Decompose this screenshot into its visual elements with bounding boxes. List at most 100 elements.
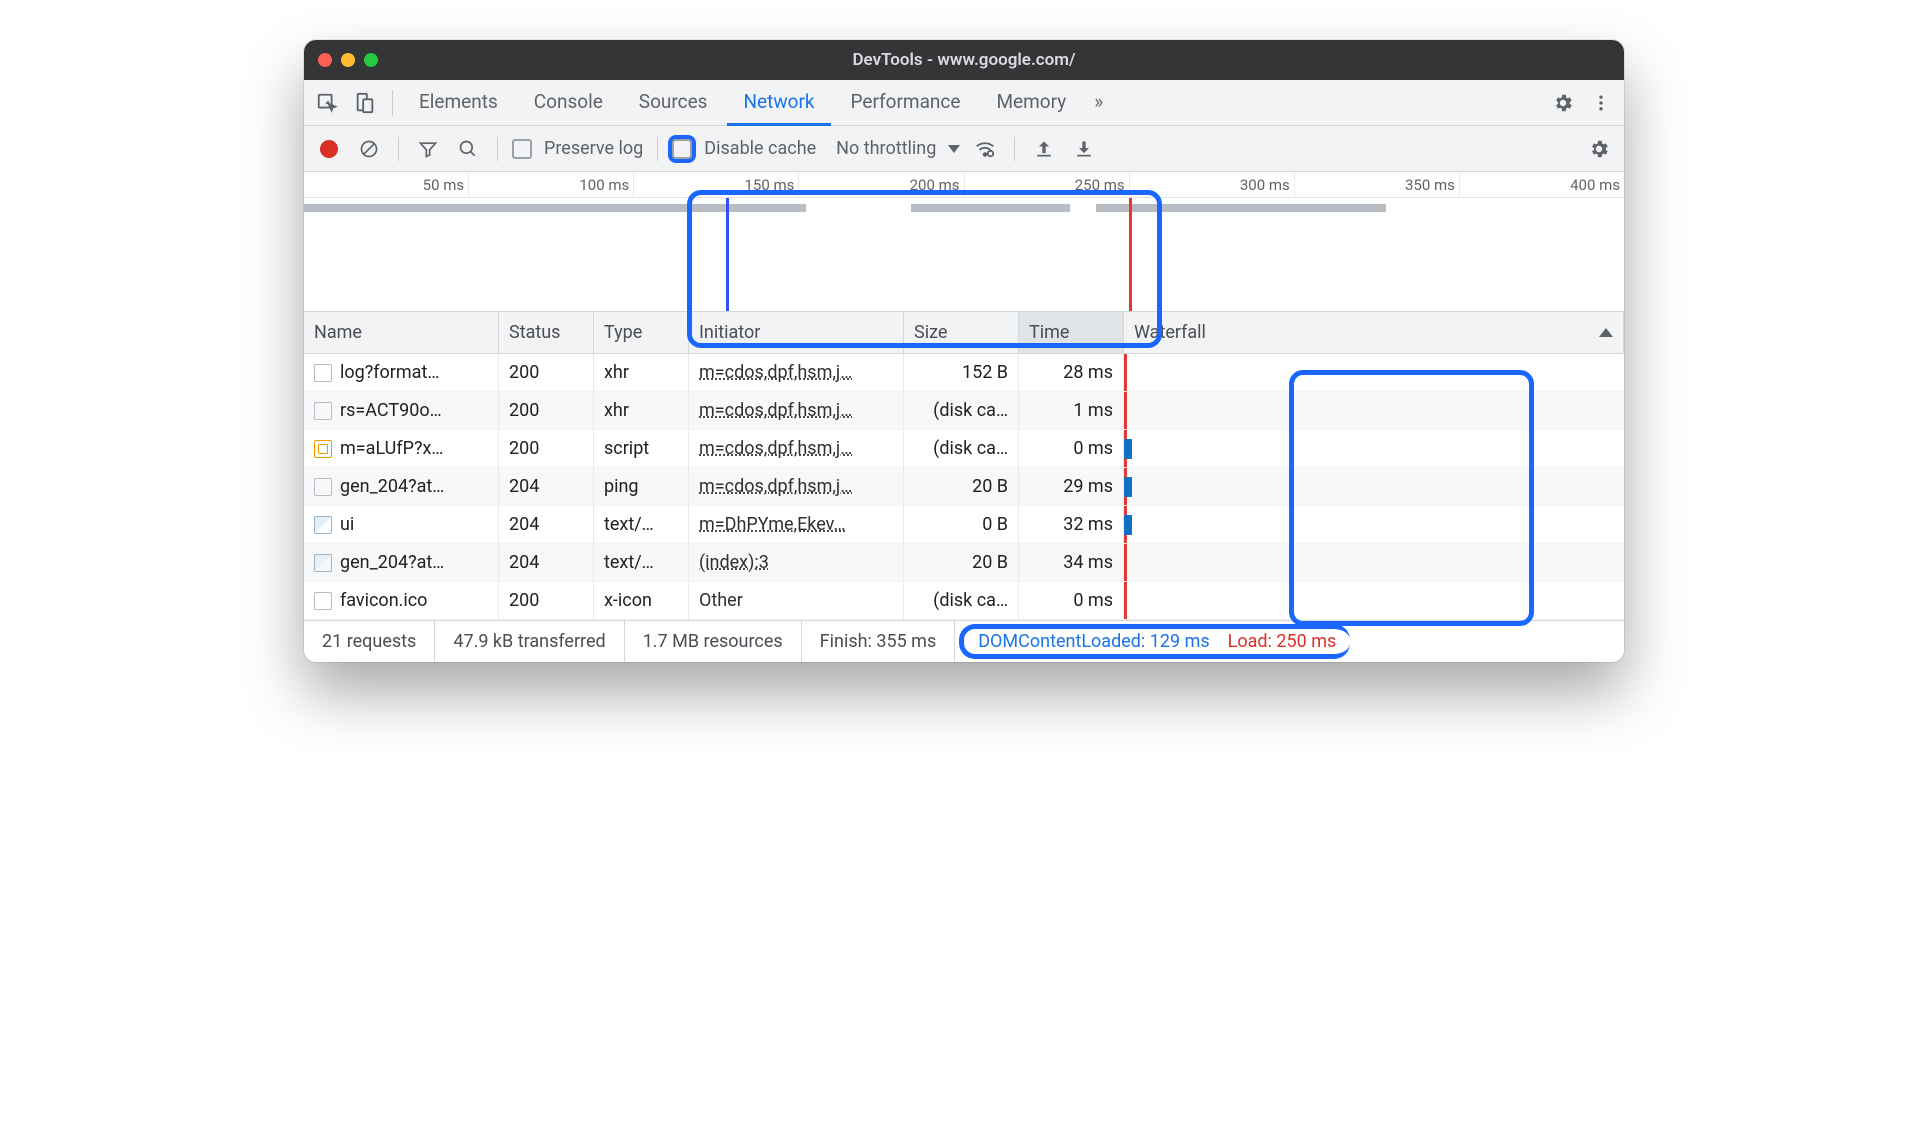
cell-initiator[interactable]: Other <box>689 582 904 620</box>
cell-size: 152 B <box>904 354 1019 392</box>
cell-type: x-icon <box>594 582 689 620</box>
col-type[interactable]: Type <box>594 312 689 354</box>
table-row[interactable]: m=aLUfP?x…200scriptm=cdos,dpf,hsm,j…(dis… <box>304 430 1624 468</box>
file-type-icon <box>314 516 332 534</box>
col-initiator[interactable]: Initiator <box>689 312 904 354</box>
cell-name[interactable]: rs=ACT90o… <box>304 392 499 430</box>
download-har-icon[interactable] <box>1069 134 1099 164</box>
file-type-icon <box>314 402 332 420</box>
cell-name[interactable]: m=aLUfP?x… <box>304 430 499 468</box>
disable-cache-checkbox[interactable]: Disable cache <box>672 138 816 159</box>
cell-time: 29 ms <box>1019 468 1124 506</box>
cell-waterfall <box>1124 544 1624 582</box>
cell-initiator[interactable]: m=cdos,dpf,hsm,j… <box>689 354 904 392</box>
cell-name[interactable]: log?format… <box>304 354 499 392</box>
kebab-menu-icon[interactable] <box>1584 86 1618 120</box>
filter-icon[interactable] <box>413 134 443 164</box>
cell-waterfall <box>1124 430 1624 468</box>
table-row[interactable]: gen_204?at…204pingm=cdos,dpf,hsm,j…20 B2… <box>304 468 1624 506</box>
cell-size: 20 B <box>904 468 1019 506</box>
file-type-icon <box>314 364 332 382</box>
status-load: Load: 250 ms <box>1228 631 1337 652</box>
cell-initiator[interactable]: m=cdos,dpf,hsm,j… <box>689 468 904 506</box>
cell-waterfall <box>1124 468 1624 506</box>
network-conditions-icon[interactable] <box>970 134 1000 164</box>
cell-status: 200 <box>499 430 594 468</box>
cell-time: 34 ms <box>1019 544 1124 582</box>
timeline-body <box>304 198 1624 311</box>
select-element-icon[interactable] <box>310 86 344 120</box>
cell-type: ping <box>594 468 689 506</box>
device-toolbar-icon[interactable] <box>348 86 382 120</box>
table-row[interactable]: favicon.ico200x-iconOther(disk ca…0 ms <box>304 582 1624 620</box>
file-type-icon <box>314 592 332 610</box>
tab-elements[interactable]: Elements <box>403 80 514 126</box>
status-dcl: DOMContentLoaded: 129 ms <box>978 631 1209 652</box>
cell-time: 0 ms <box>1019 430 1124 468</box>
status-requests: 21 requests <box>304 621 435 662</box>
tab-sources[interactable]: Sources <box>623 80 724 126</box>
cell-type: xhr <box>594 392 689 430</box>
network-settings-icon[interactable] <box>1584 134 1614 164</box>
timeline-overview[interactable]: 50 ms 100 ms 150 ms 200 ms 250 ms 300 ms… <box>304 172 1624 312</box>
cell-initiator[interactable]: (index):3 <box>689 544 904 582</box>
cell-size: (disk ca… <box>904 582 1019 620</box>
titlebar: DevTools - www.google.com/ <box>304 40 1624 80</box>
upload-har-icon[interactable] <box>1029 134 1059 164</box>
cell-name[interactable]: gen_204?at… <box>304 468 499 506</box>
cell-size: (disk ca… <box>904 392 1019 430</box>
timeline-ruler: 50 ms 100 ms 150 ms 200 ms 250 ms 300 ms… <box>304 172 1624 198</box>
preserve-log-label: Preserve log <box>544 138 643 159</box>
cell-name[interactable]: ui <box>304 506 499 544</box>
cell-name[interactable]: favicon.ico <box>304 582 499 620</box>
tab-network[interactable]: Network <box>727 80 830 126</box>
table-row[interactable]: gen_204?at…204text/…(index):320 B34 ms <box>304 544 1624 582</box>
status-bar: 21 requests 47.9 kB transferred 1.7 MB r… <box>304 620 1624 662</box>
cell-waterfall <box>1124 582 1624 620</box>
cell-status: 200 <box>499 354 594 392</box>
tab-console[interactable]: Console <box>518 80 619 126</box>
devtools-window: DevTools - www.google.com/ Elements Cons… <box>304 40 1624 662</box>
col-name[interactable]: Name <box>304 312 499 354</box>
cell-type: xhr <box>594 354 689 392</box>
col-waterfall[interactable]: Waterfall <box>1124 312 1624 354</box>
cell-initiator[interactable]: m=cdos,dpf,hsm,j… <box>689 430 904 468</box>
cell-time: 0 ms <box>1019 582 1124 620</box>
cell-waterfall <box>1124 392 1624 430</box>
more-tabs-button[interactable]: » <box>1086 80 1111 126</box>
cell-time: 28 ms <box>1019 354 1124 392</box>
col-time[interactable]: Time <box>1019 312 1124 354</box>
table-row[interactable]: ui204text/…m=DhPYme,Ekev…0 B32 ms <box>304 506 1624 544</box>
cell-waterfall <box>1124 354 1624 392</box>
col-status[interactable]: Status <box>499 312 594 354</box>
search-icon[interactable] <box>453 134 483 164</box>
cell-initiator[interactable]: m=DhPYme,Ekev… <box>689 506 904 544</box>
disable-cache-label: Disable cache <box>704 138 816 159</box>
table-row[interactable]: log?format…200xhrm=cdos,dpf,hsm,j…152 B2… <box>304 354 1624 392</box>
cell-status: 200 <box>499 582 594 620</box>
cell-status: 204 <box>499 506 594 544</box>
cell-initiator[interactable]: m=cdos,dpf,hsm,j… <box>689 392 904 430</box>
status-dcl-highlight: DOMContentLoaded: 129 ms Load: 250 ms <box>959 624 1350 659</box>
sort-asc-icon <box>1599 328 1613 337</box>
table-row[interactable]: rs=ACT90o…200xhrm=cdos,dpf,hsm,j…(disk c… <box>304 392 1624 430</box>
settings-icon[interactable] <box>1546 86 1580 120</box>
cell-time: 1 ms <box>1019 392 1124 430</box>
file-type-icon <box>314 554 332 572</box>
cell-name[interactable]: gen_204?at… <box>304 544 499 582</box>
tab-memory[interactable]: Memory <box>980 80 1082 126</box>
col-size[interactable]: Size <box>904 312 1019 354</box>
cell-status: 204 <box>499 544 594 582</box>
cell-status: 204 <box>499 468 594 506</box>
throttling-select[interactable]: No throttling <box>836 138 960 159</box>
window-title: DevTools - www.google.com/ <box>304 50 1624 70</box>
cell-size: 0 B <box>904 506 1019 544</box>
status-resources: 1.7 MB resources <box>625 621 802 662</box>
tab-performance[interactable]: Performance <box>835 80 977 126</box>
preserve-log-checkbox[interactable]: Preserve log <box>512 138 643 159</box>
file-type-icon <box>314 440 332 458</box>
status-transferred: 47.9 kB transferred <box>435 621 624 662</box>
record-button[interactable] <box>314 134 344 164</box>
clear-button[interactable] <box>354 134 384 164</box>
main-tabbar: Elements Console Sources Network Perform… <box>304 80 1624 126</box>
